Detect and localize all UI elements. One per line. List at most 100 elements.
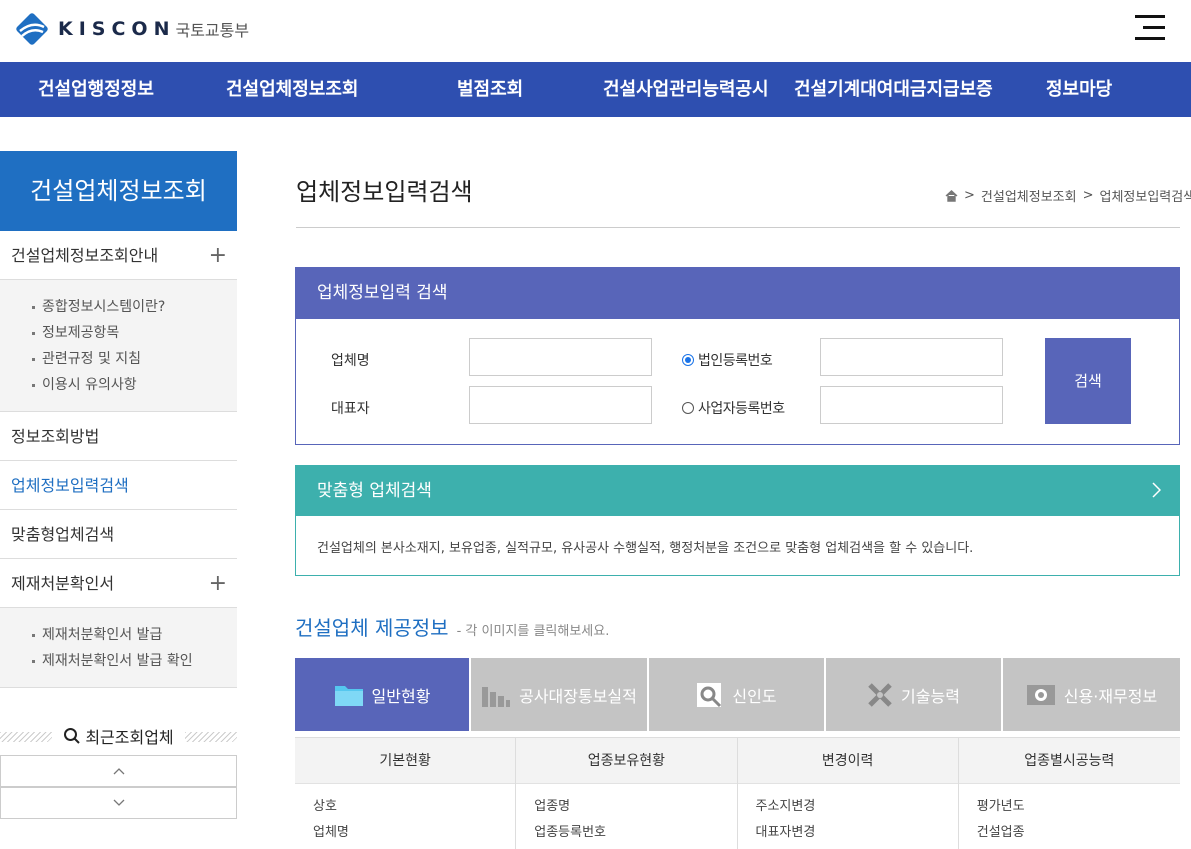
sidebar-submenu-guide: 종합정보시스템이란? 정보제공항목 관련규정 및 지침 이용시 유의사항 (0, 280, 237, 412)
nav-item-company-info[interactable]: 건설업체정보조회 (226, 62, 358, 117)
provided-info-title: 건설업체 제공정보 - 각 이미지를 클릭해보세요. (295, 612, 609, 641)
tab-label: 공사대장통보실적 (519, 686, 637, 706)
sidebar-subitem[interactable]: 이용시 유의사항 (0, 372, 237, 398)
info-item: 업체명 (313, 825, 349, 840)
info-column-capability: 업종별시공능력 평가년도 건설업종 (958, 738, 1180, 849)
search-panel-heading: 업체정보입력 검색 (296, 268, 1179, 319)
home-icon[interactable] (945, 189, 958, 202)
corp-number-label: 법인등록번호 (698, 353, 773, 369)
tab-credibility[interactable]: 신인도 (649, 658, 826, 731)
provided-info-hint: - 각 이미지를 클릭해보세요. (456, 624, 610, 639)
tab-label: 신용·재무정보 (1063, 686, 1158, 706)
company-name-input[interactable] (469, 338, 652, 376)
logo-text: KISCON (58, 18, 176, 40)
sidebar-item-howto[interactable]: 정보조회방법 (0, 412, 237, 461)
chevron-up-icon (113, 768, 124, 775)
sidebar-subitem[interactable]: 정보제공항목 (0, 320, 237, 346)
provided-info-tabs: 일반현황 공사대장통보실적 신인도 기술능력 신용·재무정보 (295, 658, 1180, 731)
tab-technical-capability[interactable]: 기술능력 (826, 658, 1003, 731)
safe-icon (1026, 684, 1055, 705)
sidebar-item-guide[interactable]: 건설업체정보조회안내 + (0, 231, 237, 280)
sidebar-subitem[interactable]: 종합정보시스템이란? (0, 294, 237, 320)
sidebar-title: 건설업체정보조회 (0, 151, 237, 231)
sidebar-item-sanction[interactable]: 제재처분확인서 + (0, 559, 237, 608)
info-column-head: 업종별시공능력 (958, 738, 1180, 784)
corp-number-radio[interactable]: 법인등록번호 (682, 350, 773, 370)
tab-credit-finance[interactable]: 신용·재무정보 (1003, 658, 1180, 731)
menu-icon[interactable] (1133, 15, 1165, 41)
radio-unselected-icon (682, 402, 694, 414)
info-item: 상호 (313, 799, 337, 814)
custom-search-link[interactable]: 맞춤형 업체검색 (296, 466, 1179, 516)
ceo-input[interactable] (469, 386, 652, 424)
biz-number-label: 사업자등록번호 (698, 401, 785, 417)
tab-construction-records[interactable]: 공사대장통보실적 (471, 658, 649, 731)
breadcrumb-separator: > (964, 188, 975, 203)
info-column-head: 변경이력 (737, 738, 958, 784)
sidebar-item-input-search[interactable]: 업체정보입력검색 (0, 461, 237, 510)
breadcrumb-item[interactable]: 업체정보입력검색 (1100, 186, 1191, 205)
nav-item-cm-disclosure[interactable]: 건설사업관리능력공시 (603, 62, 769, 117)
breadcrumb: > 건설업체정보조회 > 업체정보입력검색 (945, 186, 1191, 205)
sidebar-item-label: 건설업체정보조회안내 (11, 246, 159, 265)
info-item: 업종명 (534, 799, 571, 814)
sidebar-subitem[interactable]: 관련규정 및 지침 (0, 346, 237, 372)
nav-item-info-hub[interactable]: 정보마당 (1046, 62, 1112, 117)
tools-icon (868, 682, 892, 707)
title-divider (296, 227, 1180, 228)
recent-prev-button[interactable] (0, 755, 237, 787)
info-item: 건설업종 (976, 825, 1025, 840)
main-nav: 건설업행정정보 건설업체정보조회 벌점조회 건설사업관리능력공시 건설기계대여대… (0, 62, 1191, 117)
info-column-head: 기본현황 (295, 738, 516, 784)
search-button[interactable]: 검색 (1045, 338, 1131, 424)
bar-chart-icon (482, 686, 511, 707)
recent-companies-title: 최근조회업체 (0, 724, 237, 750)
biz-number-input[interactable] (820, 386, 1003, 424)
info-column-head: 업종보유현황 (516, 738, 737, 784)
tab-label: 일반현황 (371, 686, 431, 706)
input-search-panel: 업체정보입력 검색 업체명 대표자 법인등록번호 사업자등록번호 검색 (295, 267, 1180, 445)
info-column-history: 변경이력 주소지변경 대표자변경 (737, 738, 959, 849)
folder-icon (334, 685, 363, 706)
info-item: 대표자변경 (755, 825, 816, 840)
chevron-down-icon (113, 799, 124, 806)
sidebar-item-label: 제재처분확인서 (11, 574, 115, 593)
sidebar-subitem[interactable]: 제재처분확인서 발급 (0, 622, 237, 648)
nav-item-admin-info[interactable]: 건설업행정정보 (38, 62, 154, 117)
company-name-label: 업체명 (331, 353, 370, 369)
ceo-label: 대표자 (331, 401, 370, 417)
tab-label: 기술능력 (901, 686, 960, 706)
info-column-licenses: 업종보유현황 업종명 업종등록번호 (516, 738, 738, 849)
logo-ministry: 국토교통부 (175, 21, 250, 40)
sidebar-submenu-sanction: 제재처분확인서 발급 제재처분확인서 발급 확인 (0, 608, 237, 688)
nav-item-equipment-guarantee[interactable]: 건설기계대여대금지급보증 (794, 62, 993, 117)
provided-info-grid: 기본현황 상호 업체명 업종보유현황 업종명 업종등록번호 변경이력 주소지변경… (295, 737, 1180, 849)
tab-general-status[interactable]: 일반현황 (295, 658, 471, 731)
kiscon-logo-icon (16, 13, 48, 45)
info-item: 업종등록번호 (534, 825, 607, 840)
search-icon (64, 728, 81, 744)
magnifier-icon (697, 682, 722, 707)
biz-number-radio[interactable]: 사업자등록번호 (682, 398, 785, 418)
custom-search-description: 건설업체의 본사소재지, 보유업종, 실적규모, 유사공사 수행실적, 행정처분… (317, 541, 974, 556)
site-header: KISCON 국토교통부 (0, 0, 1191, 62)
sidebar-item-custom-search[interactable]: 맞춤형업체검색 (0, 510, 237, 559)
nav-item-penalty[interactable]: 벌점조회 (457, 62, 523, 117)
tab-label: 신인도 (732, 686, 777, 706)
custom-search-heading: 맞춤형 업체검색 (317, 481, 432, 501)
expand-icon[interactable]: + (209, 559, 227, 608)
info-column-basic: 기본현황 상호 업체명 (295, 738, 517, 849)
radio-selected-icon (682, 354, 694, 366)
breadcrumb-separator: > (1082, 188, 1094, 203)
sidebar-subitem[interactable]: 제재처분확인서 발급 확인 (0, 648, 237, 674)
chevron-right-icon (1152, 482, 1161, 498)
custom-search-panel: 맞춤형 업체검색 건설업체의 본사소재지, 보유업종, 실적규모, 유사공사 수… (295, 465, 1180, 576)
info-item: 평가년도 (976, 799, 1025, 814)
breadcrumb-item[interactable]: 건설업체정보조회 (981, 186, 1077, 205)
expand-icon[interactable]: + (209, 231, 227, 280)
info-item: 주소지변경 (755, 799, 816, 814)
kiscon-logo[interactable]: KISCON 국토교통부 (14, 11, 249, 47)
recent-title-label: 최근조회업체 (85, 728, 174, 747)
recent-next-button[interactable] (0, 787, 237, 819)
corp-number-input[interactable] (820, 338, 1003, 376)
